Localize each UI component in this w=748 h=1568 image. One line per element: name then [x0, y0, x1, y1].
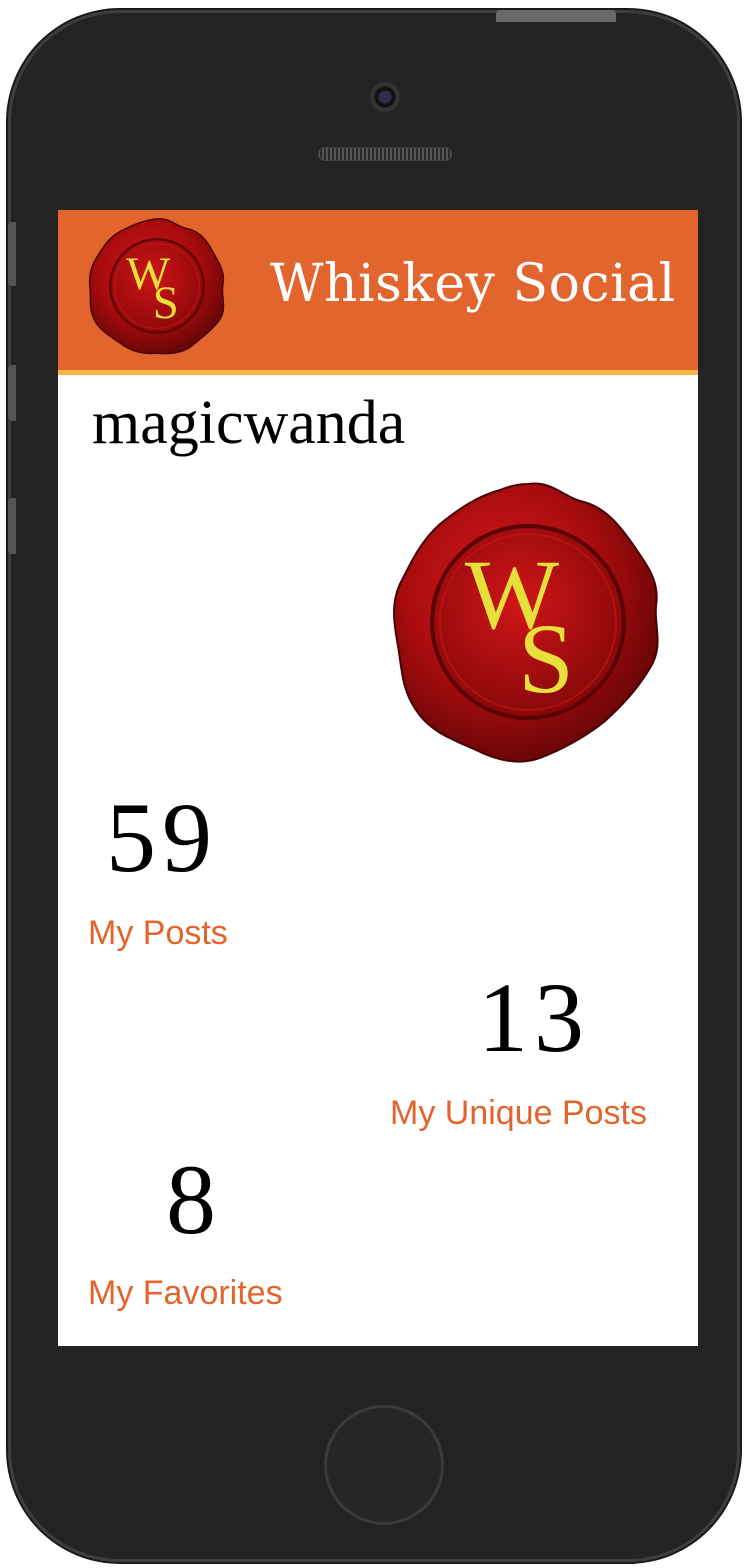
mute-switch — [8, 222, 16, 286]
wax-seal-logo[interactable]: W S — [84, 212, 230, 360]
power-button — [496, 10, 616, 22]
svg-text:S: S — [518, 603, 574, 714]
app-screen: W S Whiskey Social magicwanda W S 59 My … — [58, 210, 698, 1346]
profile-username: magicwanda — [92, 389, 406, 457]
my-favorites-link[interactable]: My Favorites — [88, 1274, 283, 1313]
profile-avatar: W S — [393, 482, 659, 763]
app-title: Whiskey Social — [270, 254, 676, 314]
earpiece-speaker — [318, 147, 452, 161]
my-posts-link[interactable]: My Posts — [88, 914, 228, 953]
volume-down-button — [8, 498, 16, 554]
favorites-count: 8 — [166, 1144, 222, 1255]
svg-text:S: S — [153, 277, 179, 329]
front-camera — [370, 82, 400, 112]
posts-count: 59 — [106, 782, 218, 893]
home-button[interactable] — [324, 1405, 444, 1525]
app-header: W S Whiskey Social — [58, 210, 698, 375]
volume-up-button — [8, 365, 16, 421]
unique-posts-count: 13 — [478, 962, 590, 1073]
my-unique-posts-link[interactable]: My Unique Posts — [390, 1094, 647, 1133]
